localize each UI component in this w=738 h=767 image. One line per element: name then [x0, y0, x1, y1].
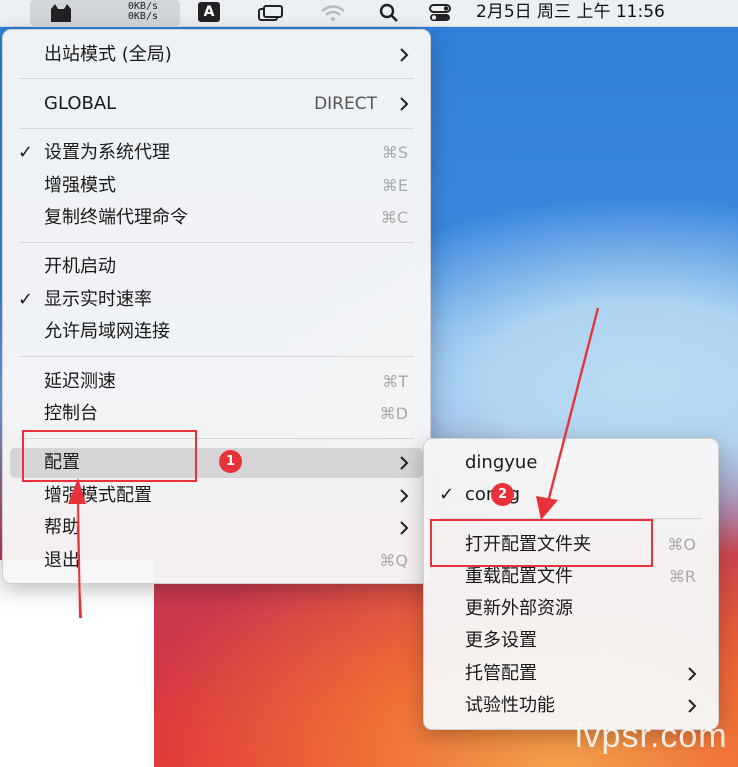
watermark: ivpsr.com: [575, 717, 728, 755]
arrow-shaft: [546, 307, 600, 503]
arrow-shaft: [77, 499, 81, 619]
arrow-down-icon: [536, 496, 558, 520]
annotation-arrows: [68, 307, 600, 619]
arrow-up-icon: [68, 478, 86, 618]
